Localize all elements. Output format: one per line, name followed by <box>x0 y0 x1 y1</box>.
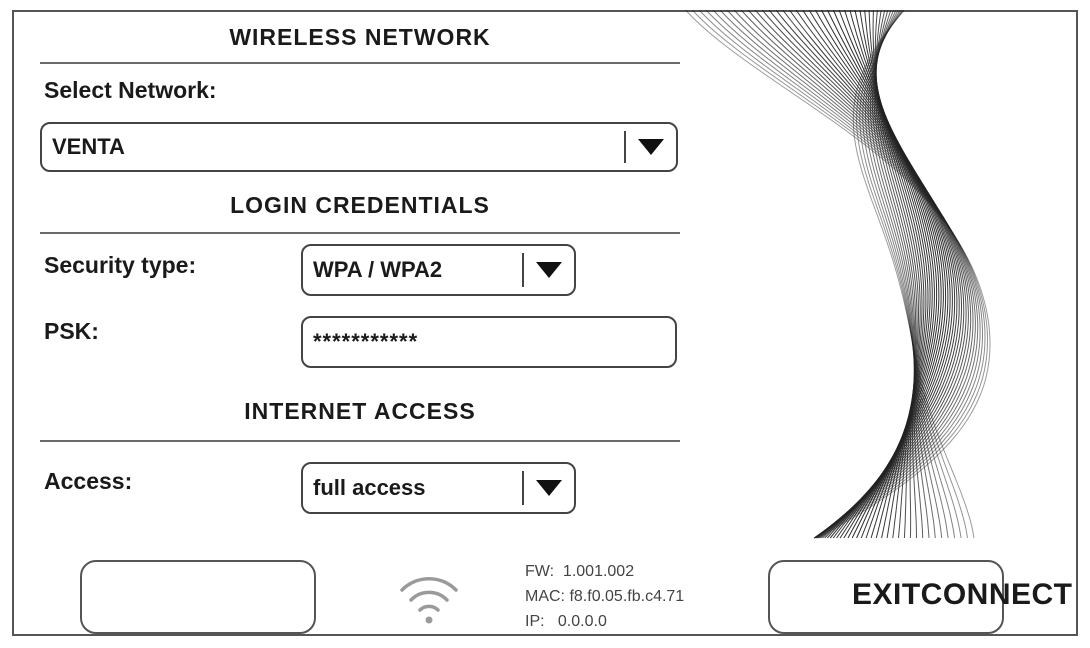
ip-info: IP: 0.0.0.0 <box>525 610 607 634</box>
mac-info: MAC: f8.f0.05.fb.c4.71 <box>525 585 684 609</box>
exit-connect-label[interactable]: EXITCONNECT <box>852 578 1073 612</box>
fw-value: 1.001.002 <box>562 563 635 580</box>
network-select-value: VENTA <box>52 134 125 159</box>
firmware-info: FW: 1.001.002 <box>525 560 634 584</box>
divider <box>40 440 680 442</box>
psk-label: PSK: <box>44 318 99 344</box>
triangle-down-icon[interactable] <box>524 262 574 278</box>
mac-value: f8.f0.05.fb.c4.71 <box>569 588 685 605</box>
wave-decoration <box>685 10 991 539</box>
divider <box>40 62 680 64</box>
wifi-icon <box>400 576 458 624</box>
blank-button[interactable] <box>80 560 316 634</box>
section-title-login: LOGIN CREDENTIALS <box>230 192 490 218</box>
section-title-wireless: WIRELESS NETWORK <box>229 24 491 50</box>
psk-input[interactable]: *********** <box>301 316 677 368</box>
triangle-down-icon[interactable] <box>524 480 574 496</box>
fw-label: FW: <box>525 563 555 580</box>
wave-line <box>747 10 969 539</box>
wave-line <box>705 10 983 539</box>
ip-label: IP: <box>525 613 545 630</box>
mac-label: MAC: <box>525 588 565 605</box>
psk-input-value: *********** <box>313 329 419 354</box>
wave-line <box>827 10 942 539</box>
section-title-internet: INTERNET ACCESS <box>244 398 476 424</box>
ip-value: 0.0.0.0 <box>557 613 607 630</box>
select-network-label: Select Network: <box>44 77 217 103</box>
access-label: Access: <box>44 468 133 494</box>
access-value: full access <box>313 475 426 500</box>
security-type-label: Security type: <box>44 252 197 278</box>
access-select[interactable]: full access <box>301 462 576 514</box>
triangle-down-icon[interactable] <box>626 139 676 155</box>
network-select[interactable]: VENTA <box>40 122 678 172</box>
divider <box>40 232 680 234</box>
security-type-select[interactable]: WPA / WPA2 <box>301 244 576 296</box>
security-type-value: WPA / WPA2 <box>313 257 443 282</box>
